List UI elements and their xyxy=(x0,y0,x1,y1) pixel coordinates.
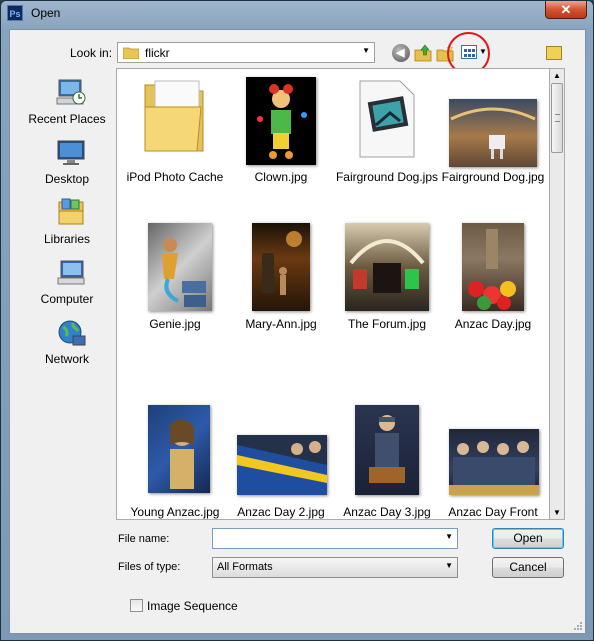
place-desktop[interactable]: Desktop xyxy=(18,138,116,196)
look-in-dropdown[interactable]: flickr ▼ xyxy=(117,42,375,63)
place-libraries[interactable]: Libraries xyxy=(18,198,116,256)
anzac-day-thumbnail xyxy=(462,223,524,311)
open-dialog: Ps Open ✕ Look in: flickr ▼ ◀ ▼ Recent P… xyxy=(0,0,594,641)
young-anzac-thumbnail xyxy=(148,405,210,493)
places-bar: Recent Places Desktop Libraries Computer… xyxy=(18,70,116,370)
file-name: iPod Photo Cache xyxy=(126,170,224,184)
file-item-anzac-day-3[interactable]: Anzac Day 3.jpg xyxy=(335,369,439,519)
title-bar[interactable]: Ps Open ✕ xyxy=(1,1,593,27)
place-label: Desktop xyxy=(44,172,90,186)
folder-icon xyxy=(144,80,204,152)
back-icon[interactable]: ◀ xyxy=(392,44,410,62)
fairground-dog-thumbnail xyxy=(449,99,537,167)
file-name: Young Anzac.jpg xyxy=(130,505,220,519)
files-of-type-value: All Formats xyxy=(217,561,273,573)
image-sequence-checkbox[interactable] xyxy=(130,599,143,612)
the-forum-thumbnail xyxy=(345,223,429,311)
open-button[interactable]: Open xyxy=(492,528,564,549)
chevron-down-icon[interactable]: ▼ xyxy=(445,532,453,541)
file-name: The Forum.jpg xyxy=(347,317,427,331)
file-item-fairground-dog-jps[interactable]: Fairground Dog.jps xyxy=(335,73,439,213)
vertical-scrollbar[interactable]: ▲ ▼ xyxy=(549,68,565,520)
file-name: Anzac Day.jpg xyxy=(454,317,532,331)
resize-grip-icon[interactable] xyxy=(573,621,583,631)
file-item-clown[interactable]: Clown.jpg xyxy=(229,73,333,213)
libraries-icon xyxy=(58,198,84,225)
place-computer[interactable]: Computer xyxy=(18,258,116,316)
computer-icon xyxy=(57,260,85,285)
file-name: Anzac Day 2.jpg xyxy=(237,505,325,519)
cancel-button[interactable]: Cancel xyxy=(492,557,564,578)
file-name: Anzac Day 3.jpg xyxy=(343,505,431,519)
folder-icon xyxy=(123,47,139,59)
file-name-input[interactable]: ▼ xyxy=(212,528,458,549)
dialog-body: Look in: flickr ▼ ◀ ▼ Recent Places Desk… xyxy=(9,29,586,634)
file-item-anzac-day-front-row[interactable]: Anzac Day Front Row.jpg xyxy=(441,369,545,519)
document-icon xyxy=(359,80,415,158)
file-name: Fairground Dog.jpg xyxy=(441,170,545,184)
scroll-down-icon[interactable]: ▼ xyxy=(553,508,561,517)
recent-places-icon xyxy=(56,79,86,105)
file-name: Genie.jpg xyxy=(149,317,201,331)
file-name: Anzac Day Front Row.jpg xyxy=(448,505,538,519)
clown-thumbnail xyxy=(246,77,316,165)
anzac-day-2-thumbnail xyxy=(237,435,327,495)
anzac-day-front-row-thumbnail xyxy=(449,429,539,495)
place-recent-places[interactable]: Recent Places xyxy=(18,78,116,136)
file-item-anzac-day[interactable]: Anzac Day.jpg xyxy=(441,221,545,361)
scroll-up-icon[interactable]: ▲ xyxy=(553,71,561,80)
files-of-type-label: Files of type: xyxy=(118,561,181,573)
look-in-value: flickr xyxy=(145,46,170,60)
place-label: Network xyxy=(44,352,89,366)
close-button[interactable]: ✕ xyxy=(545,1,587,19)
scroll-thumb[interactable] xyxy=(551,83,563,153)
anzac-day-3-thumbnail xyxy=(355,405,419,495)
network-icon xyxy=(58,320,86,346)
dialog-title: Open xyxy=(31,6,61,20)
photoshop-icon: Ps xyxy=(7,5,23,21)
file-item-ipod-photo-cache[interactable]: iPod Photo Cache xyxy=(123,73,227,213)
file-list[interactable]: iPod Photo Cache Clown.jpg Fairground Do… xyxy=(116,68,565,520)
up-folder-icon[interactable] xyxy=(414,44,432,62)
file-name: Clown.jpg xyxy=(254,170,308,184)
file-item-genie[interactable]: Genie.jpg xyxy=(123,221,227,361)
file-item-young-anzac[interactable]: Young Anzac.jpg xyxy=(123,369,227,519)
file-item-the-forum[interactable]: The Forum.jpg xyxy=(335,221,439,361)
image-sequence-label[interactable]: Image Sequence xyxy=(147,599,238,613)
file-item-anzac-day-2[interactable]: Anzac Day 2.jpg xyxy=(229,369,333,519)
mary-ann-thumbnail xyxy=(252,223,310,311)
file-item-fairground-dog-jpg[interactable]: Fairground Dog.jpg xyxy=(441,73,545,213)
chevron-down-icon: ▼ xyxy=(445,561,453,570)
file-name: Mary-Ann.jpg xyxy=(245,317,317,331)
place-label: Recent Places xyxy=(28,112,106,126)
file-name-label: File name: xyxy=(118,533,170,545)
place-network[interactable]: Network xyxy=(18,318,116,376)
genie-thumbnail xyxy=(148,223,212,311)
chevron-down-icon: ▼ xyxy=(362,46,370,55)
favorite-folder-icon[interactable] xyxy=(546,46,562,60)
place-label: Libraries xyxy=(43,232,91,246)
file-name: Fairground Dog.jps xyxy=(335,170,439,184)
file-item-mary-ann[interactable]: Mary-Ann.jpg xyxy=(229,221,333,361)
look-in-label: Look in: xyxy=(70,46,113,60)
desktop-icon xyxy=(57,140,85,165)
close-icon: ✕ xyxy=(560,2,572,17)
place-label: Computer xyxy=(40,292,94,306)
files-of-type-select[interactable]: All Formats ▼ xyxy=(212,557,458,578)
